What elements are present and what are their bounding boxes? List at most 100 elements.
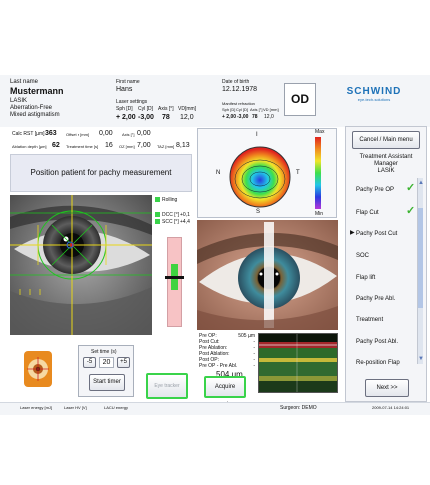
timer-minus-button[interactable]: -5 (83, 357, 96, 368)
last-name-value: Mustermann (10, 86, 64, 96)
pachy-row-diff: Pre OP - Pre Abl. - (199, 363, 255, 369)
laser-settings-cyl-header: Cyl [D] (138, 106, 153, 112)
rolling-label: Rolling (162, 197, 178, 203)
color-scale (315, 137, 321, 209)
sidebar-title-1: Treatment Assistant (359, 154, 413, 160)
manifest-sph: + 2,00 (222, 114, 237, 120)
z-position-gauge (165, 237, 184, 327)
map-right-label: T (296, 170, 300, 176)
logo-tagline: eye-tech-solutions (357, 97, 391, 102)
procedure-label: LASIK (10, 98, 28, 104)
manifest-cyl-header: Cyl [D] (236, 107, 248, 112)
profile-label: Aberration-Free (10, 105, 53, 111)
oz-label: OZ [mm] (119, 144, 135, 149)
check-icon: ✓ (406, 182, 416, 194)
sidebar-item-pachy-post-abl[interactable]: Pachy Post Abl. (356, 339, 418, 346)
calc-rst-label: Calc RST [µm] (12, 131, 45, 137)
manifest-cyl: -3,00 (237, 114, 249, 120)
first-name-label: First name (116, 79, 140, 85)
lacu-energy-label: LACU energy (104, 405, 129, 410)
timer-label: Set time (s) (91, 349, 117, 355)
oz-value: 7,00 (137, 142, 151, 149)
pachy-camera-view (197, 220, 338, 330)
manifest-vd: 12,0 (264, 114, 274, 120)
cancel-main-menu-button[interactable]: Cancel / Main menu (352, 131, 420, 149)
pachy-table: Pre OP: 505 µm Post Cut: - Pre Ablation:… (199, 333, 255, 369)
manifest-sph-header: Sph [D] (222, 107, 236, 112)
calc-rst-value: 363 (45, 130, 57, 137)
laser-settings-vd: 12,0 (180, 114, 194, 121)
timer-panel: Set time (s) -5 20 +5 Start timer (78, 345, 134, 397)
datetime-label: 2009-07-14 14:24:01 (372, 405, 410, 410)
scc-label: SCC [°] (162, 219, 179, 225)
map-left-label: N (216, 170, 221, 176)
laser-settings-axis: 78 (162, 114, 170, 121)
sidebar-item-pachy-pre-abl[interactable]: Pachy Pre Abl. (356, 296, 418, 303)
sidebar-item-flap-lift[interactable]: Flap lift (356, 275, 418, 282)
pachy-row-label: Pre OP - Pre Abl. (199, 363, 238, 369)
ablation-label: Ablation depth [µm] (12, 144, 47, 149)
sidebar-item-soc[interactable]: SOC (356, 253, 418, 260)
taz-value: 8,13 (176, 142, 190, 149)
pachymetry-map (229, 146, 291, 208)
eye-tracker-button[interactable]: Eye tracker (146, 373, 188, 399)
eye-color-image (197, 220, 338, 330)
scc-value: +4,4 (180, 219, 190, 225)
eye-camera-image (10, 195, 152, 335)
last-name-label: Last name (10, 79, 39, 85)
ablation-value: 62 (52, 142, 60, 149)
scale-min-label: Min (315, 211, 324, 217)
treat-time-label: Treatment time [s] (66, 144, 99, 149)
axis-value: 0,00 (137, 130, 151, 137)
scroll-up-icon[interactable]: ▲ (418, 180, 424, 186)
offset-value: 0,00 (99, 130, 113, 137)
first-name-value: Hans (116, 86, 133, 93)
logo-name: SCHWIND (346, 86, 402, 97)
eye-indicator: OD (284, 83, 316, 116)
laser-settings-sph-header: Sph [D] (116, 106, 133, 112)
pachy-row-value: - (253, 363, 255, 369)
dcc-label: DCC [°] (162, 212, 179, 218)
scroll-down-icon[interactable]: ▼ (418, 356, 424, 362)
laser-settings-cyl: -3,00 (138, 114, 154, 121)
laser-hv-label: Laser HV [V] (64, 405, 87, 410)
z-position-marker (165, 276, 184, 279)
timer-plus-button[interactable]: +5 (117, 357, 130, 368)
map-top-label: I (256, 132, 258, 138)
surgeon-label: Surgeon: DEMO (280, 405, 317, 411)
acquire-pachy-button[interactable]: Acquire pachy (204, 376, 246, 408)
topography-panel: I N T S Max Min (197, 128, 337, 218)
treat-time-value: 16 (105, 142, 113, 149)
dcc-value: +0,1 (180, 212, 190, 218)
oct-scan-view (258, 333, 338, 393)
manifest-axis: 78 (252, 114, 258, 120)
map-bottom-label: S (256, 209, 261, 215)
sidebar-item-pachy-post-cut[interactable]: Pachy Post Cut (356, 231, 418, 238)
offset-label: Offset r [mm] (66, 132, 90, 137)
manifest-axis-header: Axis [°] (250, 107, 263, 112)
current-step-arrow-icon: ▶ (350, 230, 355, 236)
eye-tracker-badge (24, 351, 52, 387)
oct-scan-image (259, 334, 337, 392)
dob-value: 12.12.1978 (222, 86, 258, 93)
laser-settings-sph: + 2,00 (116, 114, 136, 121)
eye-target-icon (24, 351, 52, 387)
scc-indicator (155, 219, 160, 224)
manifest-title: Manifest refraction (222, 101, 255, 106)
scale-max-label: Max (315, 129, 325, 135)
axis-label: Axis [°] (122, 132, 135, 137)
dcc-indicator (155, 212, 160, 217)
laser-settings-vd-header: VD[mm] (178, 106, 197, 112)
timer-value-field[interactable]: 20 (99, 357, 114, 368)
sidebar-item-reposition-flap[interactable]: Re-position Flap (356, 360, 418, 367)
laser-settings-axis-header: Axis [°] (158, 106, 174, 112)
sidebar-title-3: LASIK (377, 168, 395, 174)
rolling-indicator (155, 197, 160, 202)
sidebar-scrollbar[interactable]: ▲ ▼ (417, 178, 424, 364)
start-timer-button[interactable]: Start timer (89, 374, 125, 391)
condition-label: Mixed astigmatism (10, 112, 60, 118)
scroll-thumb[interactable] (418, 208, 423, 308)
sidebar-item-treatment[interactable]: Treatment (356, 317, 418, 324)
next-button[interactable]: Next >> (365, 379, 409, 397)
eye-tracker-camera (10, 195, 152, 335)
